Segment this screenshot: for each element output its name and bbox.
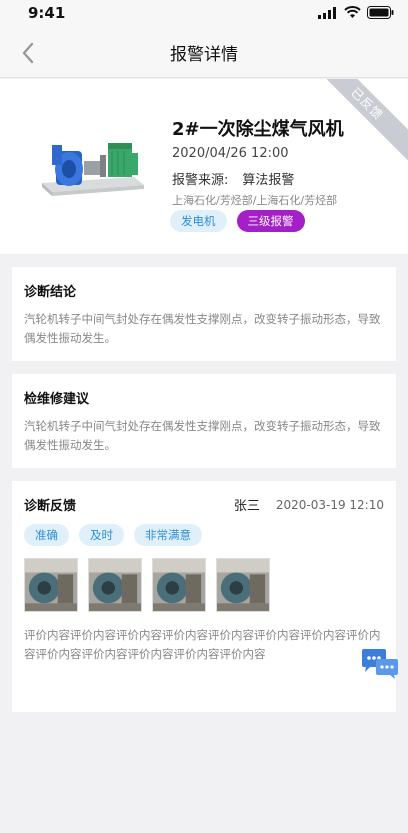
alarm-date: 2020/04/26 12:00 <box>172 146 289 161</box>
feedback-user: 张三 <box>233 499 260 514</box>
diagnosis-section: 诊断结论 汽轮机转子中间气封处存在偶发性支撑刚点，改变转子振动形态，导致偶发性振… <box>12 267 396 361</box>
maintenance-body: 汽轮机转子中间气封处存在偶发性支撑刚点，改变转子振动形态，导致偶发性振动发生。 <box>24 419 381 452</box>
alarm-source: 报警来源: 算法报警 <box>172 169 294 188</box>
feedback-text: 评价内容评价内容评价内容评价内容评价内容评价内容评价内容评价内容评价内容评价内容… <box>24 628 381 661</box>
feedback-photo-thumbnail[interactable] <box>88 558 142 612</box>
feedback-meta: 张三 2020-03-19 12:10 <box>233 495 384 515</box>
feedback-title: 诊断反馈 <box>24 499 77 514</box>
diagnosis-body: 汽轮机转子中间气封处存在偶发性支撑刚点，改变转子振动形态，导致偶发性振动发生。 <box>24 312 381 345</box>
feedback-chip-satisfied: 非常满意 <box>134 524 202 546</box>
device-name: 2#一次除尘煤气风机 <box>172 119 344 140</box>
device-type-tag: 发电机 <box>170 210 227 232</box>
feedback-header: 诊断反馈 张三 2020-03-19 12:10 <box>24 495 384 515</box>
feedback-time: 2020-03-19 12:10 <box>275 497 384 512</box>
feedback-photo-thumbnail[interactable] <box>216 558 270 612</box>
feedback-photo-thumbnail[interactable] <box>152 558 206 612</box>
alarm-source-value: 算法报警 <box>242 173 295 188</box>
feedback-chip-timely: 及时 <box>79 524 124 546</box>
status-time: 9:41 <box>28 4 66 22</box>
feedback-chip-accurate: 准确 <box>24 524 69 546</box>
battery-icon <box>367 6 394 19</box>
org-path: 上海石化/芳烃部/上海石化/芳烃部 <box>172 194 338 207</box>
feedback-photos <box>24 558 384 612</box>
feedback-photo-thumbnail[interactable] <box>24 558 78 612</box>
feedback-section: 诊断反馈 张三 2020-03-19 12:10 准确 及时 非常满意 评价内容… <box>12 481 396 712</box>
device-card: 已反馈 2#一次除尘煤气风机 2020/04/26 12:00 报警来源: 算法… <box>0 79 408 254</box>
alarm-source-label: 报警来源: <box>172 173 229 188</box>
maintenance-section: 检维修建议 汽轮机转子中间气封处存在偶发性支撑刚点，改变转子振动形态，导致偶发性… <box>12 374 396 468</box>
fan-machine-image <box>42 143 144 196</box>
nav-bar: 报警详情 <box>0 28 408 78</box>
chat-bubble-icon[interactable] <box>360 648 400 680</box>
feedback-chips: 准确 及时 非常满意 <box>24 524 384 546</box>
status-bar: 9:41 <box>0 0 408 28</box>
wifi-icon <box>344 6 361 18</box>
alarm-level-tag: 三级报警 <box>236 210 305 232</box>
tag-row: 发电机 三级报警 <box>170 210 305 232</box>
signal-icon <box>318 6 336 19</box>
maintenance-title: 检维修建议 <box>24 392 90 407</box>
diagnosis-title: 诊断结论 <box>24 285 77 300</box>
status-icons <box>318 6 394 19</box>
page-title: 报警详情 <box>170 45 238 65</box>
